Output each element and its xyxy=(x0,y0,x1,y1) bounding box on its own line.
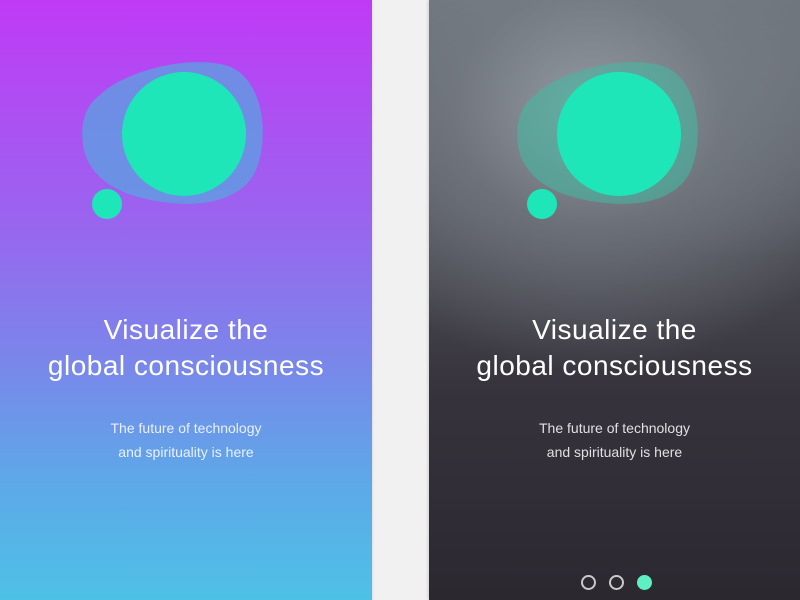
onboarding-screen-dark: Visualize the global consciousness The f… xyxy=(429,0,800,600)
headline-line-1: Visualize the xyxy=(103,314,269,345)
thought-bubble-logo-icon xyxy=(517,62,698,219)
logo-small-circle xyxy=(92,189,122,219)
subtext-line-1: The future of technology xyxy=(539,420,690,436)
onboarding-comparison: Visualize the global consciousness The f… xyxy=(0,0,800,600)
headline-line-2: global consciousness xyxy=(476,350,753,381)
subtext-line-2: and spirituality is here xyxy=(546,444,683,460)
onboarding-screen-gradient: Visualize the global consciousness The f… xyxy=(0,0,372,600)
page-dot-3[interactable] xyxy=(636,575,652,590)
subtext-line-1: The future of technology xyxy=(110,420,262,436)
page-dot-2[interactable] xyxy=(608,575,624,590)
thought-bubble-logo-icon xyxy=(82,62,263,219)
headline: Visualize the global consciousness xyxy=(429,312,800,384)
logo-main-circle xyxy=(122,72,246,196)
subtext-line-2: and spirituality is here xyxy=(118,444,254,460)
headline-line-1: Visualize the xyxy=(532,314,697,345)
subtext: The future of technology and spiritualit… xyxy=(0,416,372,464)
logo-main-circle xyxy=(557,72,681,196)
page-dot-1[interactable] xyxy=(580,575,596,590)
subtext: The future of technology and spiritualit… xyxy=(429,416,800,464)
page-indicator xyxy=(429,575,800,590)
headline: Visualize the global consciousness xyxy=(0,312,372,384)
logo-small-circle xyxy=(527,189,557,219)
headline-line-2: global consciousness xyxy=(47,350,325,381)
